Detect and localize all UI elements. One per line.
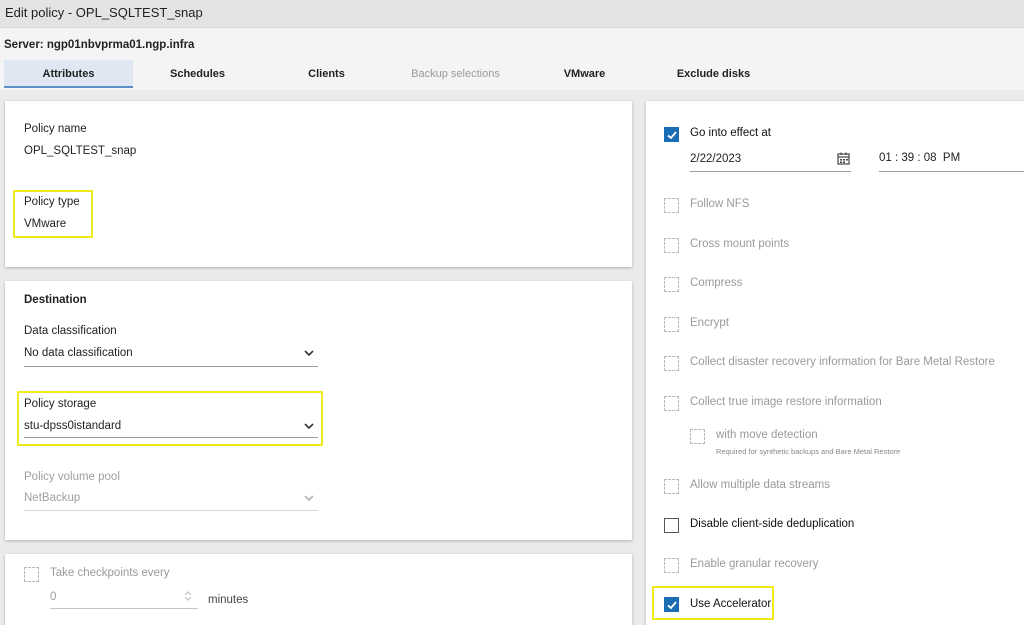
compress-label: Compress bbox=[690, 277, 743, 289]
title-bar: Edit policy - OPL_SQLTEST_snap bbox=[0, 0, 1024, 28]
policy-storage-select[interactable]: stu-dpss0istandard bbox=[24, 420, 121, 432]
true-image-restore-label: Collect true image restore information bbox=[690, 396, 882, 408]
tab-vmware[interactable]: VMware bbox=[520, 60, 649, 88]
check-icon bbox=[667, 601, 677, 610]
bmr-info-checkbox[interactable] bbox=[664, 356, 679, 371]
policy-info-card: Policy name OPL_SQLTEST_snap Policy type… bbox=[5, 101, 632, 267]
multiple-data-streams-checkbox[interactable] bbox=[664, 479, 679, 494]
tab-clients[interactable]: Clients bbox=[262, 60, 391, 88]
disable-client-dedup-label: Disable client-side deduplication bbox=[690, 518, 855, 530]
policy-type-label: Policy type bbox=[24, 196, 80, 208]
chevron-down-icon[interactable] bbox=[304, 493, 314, 503]
take-checkpoints-label: Take checkpoints every bbox=[50, 567, 170, 579]
checkpoint-minutes-input[interactable]: 0 bbox=[50, 591, 56, 603]
data-classification-label: Data classification bbox=[24, 325, 117, 337]
cross-mount-points-checkbox[interactable] bbox=[664, 238, 679, 253]
move-detection-checkbox[interactable] bbox=[690, 429, 705, 444]
compress-checkbox[interactable] bbox=[664, 277, 679, 292]
use-accelerator-checkbox[interactable] bbox=[664, 597, 679, 612]
checkpoint-unit: minutes bbox=[208, 594, 249, 606]
policy-storage-label: Policy storage bbox=[24, 398, 97, 410]
go-into-effect-checkbox[interactable] bbox=[664, 127, 679, 142]
bmr-info-label: Collect disaster recovery information fo… bbox=[690, 356, 995, 368]
multiple-data-streams-label: Allow multiple data streams bbox=[690, 479, 830, 491]
effective-time-input[interactable]: 01 : 39 : 08 PM bbox=[879, 152, 960, 164]
disable-client-dedup-checkbox[interactable] bbox=[664, 518, 679, 533]
effective-time-underline bbox=[879, 171, 1024, 172]
tab-attributes[interactable]: Attributes bbox=[4, 60, 133, 88]
encrypt-label: Encrypt bbox=[690, 317, 729, 329]
stepper-icon[interactable] bbox=[183, 589, 193, 603]
chevron-down-icon[interactable] bbox=[304, 348, 314, 358]
cross-mount-points-label: Cross mount points bbox=[690, 238, 790, 250]
follow-nfs-label: Follow NFS bbox=[690, 198, 750, 210]
granular-recovery-label: Enable granular recovery bbox=[690, 558, 819, 570]
policy-header: Server: ngp01nbvprma01.ngp.infra Attribu… bbox=[0, 28, 1024, 90]
checkpoint-input-underline bbox=[50, 608, 198, 609]
tab-exclude-disks[interactable]: Exclude disks bbox=[649, 60, 778, 88]
chevron-down-icon[interactable] bbox=[304, 421, 314, 431]
destination-card: Destination Data classification No data … bbox=[5, 281, 632, 540]
volume-pool-underline bbox=[24, 510, 318, 511]
server-label: Server: ngp01nbvprma01.ngp.infra bbox=[4, 39, 195, 51]
effective-date-input[interactable]: 2/22/2023 bbox=[690, 153, 741, 165]
options-card: Go into effect at 2/22/2023 01 : 39 : 08… bbox=[646, 101, 1024, 625]
policy-name-value: OPL_SQLTEST_snap bbox=[24, 145, 137, 157]
encrypt-checkbox[interactable] bbox=[664, 317, 679, 332]
checkpoints-card: Take checkpoints every 0 minutes bbox=[5, 554, 632, 625]
move-detection-label: with move detection bbox=[716, 429, 818, 441]
granular-recovery-checkbox[interactable] bbox=[664, 558, 679, 573]
calendar-icon[interactable] bbox=[837, 152, 850, 165]
data-classification-underline bbox=[24, 366, 318, 367]
policy-type-value: VMware bbox=[24, 218, 67, 230]
policy-name-label: Policy name bbox=[24, 123, 87, 135]
data-classification-select[interactable]: No data classification bbox=[24, 347, 133, 359]
policy-storage-underline bbox=[24, 437, 318, 438]
follow-nfs-checkbox[interactable] bbox=[664, 198, 679, 213]
volume-pool-label: Policy volume pool bbox=[24, 471, 120, 483]
go-into-effect-label: Go into effect at bbox=[690, 127, 771, 139]
use-accelerator-label: Use Accelerator bbox=[690, 598, 772, 610]
volume-pool-select[interactable]: NetBackup bbox=[24, 492, 80, 504]
tab-backup-selections[interactable]: Backup selections bbox=[391, 60, 520, 88]
tab-schedules[interactable]: Schedules bbox=[133, 60, 262, 88]
destination-title: Destination bbox=[24, 294, 87, 306]
window-title: Edit policy - OPL_SQLTEST_snap bbox=[5, 5, 203, 20]
true-image-restore-checkbox[interactable] bbox=[664, 396, 679, 411]
take-checkpoints-checkbox[interactable] bbox=[24, 567, 39, 582]
move-detection-hint: Required for synthetic backups and Bare … bbox=[716, 447, 901, 456]
effective-date-underline bbox=[690, 171, 851, 172]
check-icon bbox=[667, 131, 677, 140]
